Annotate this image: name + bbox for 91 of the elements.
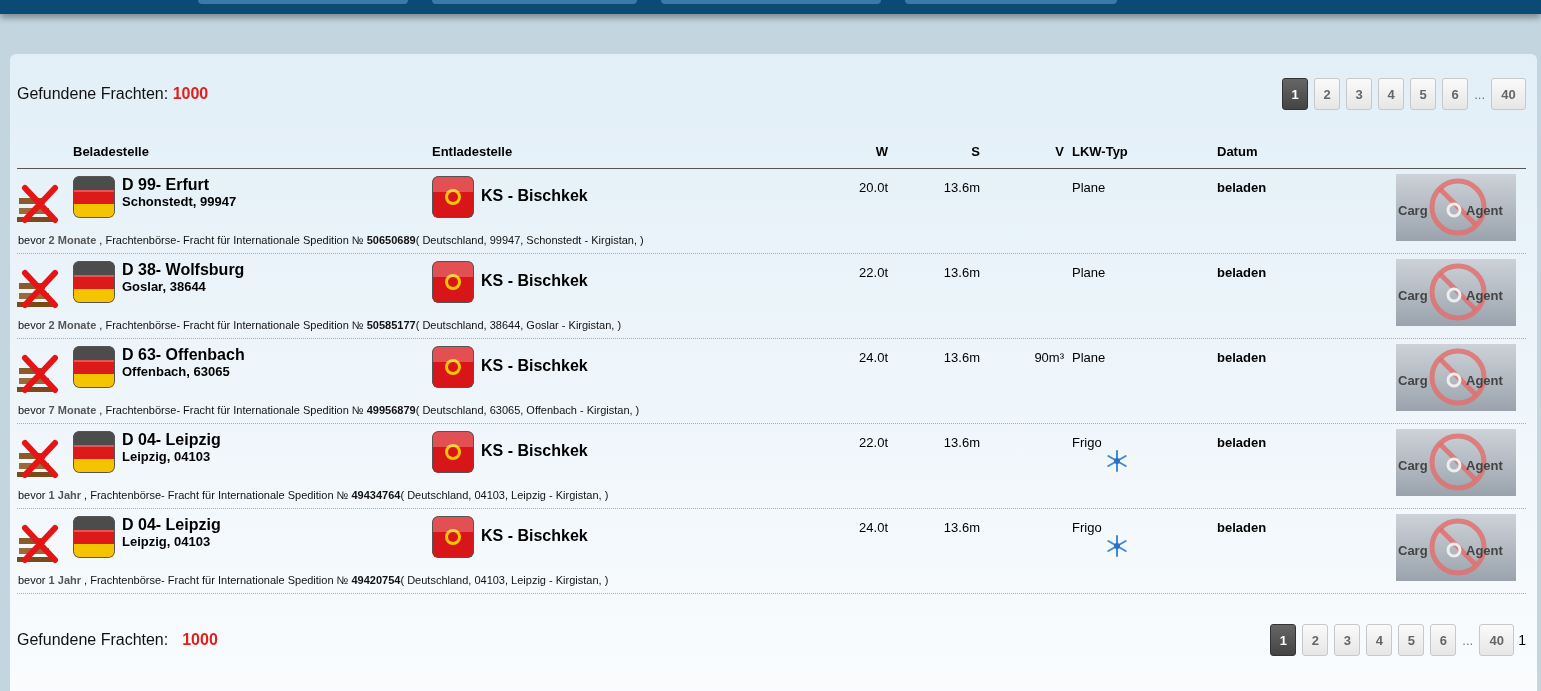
flag-icon	[432, 516, 474, 558]
weight-cell-text: 22.0t	[859, 265, 888, 282]
page-button[interactable]: 3	[1334, 624, 1361, 656]
crossed-pallet-icon	[17, 354, 59, 394]
column-header: S	[971, 143, 980, 159]
unloading-place: KS - Bischkek	[481, 442, 588, 460]
results-label: Gefundene Frachten:	[17, 85, 169, 102]
length-cell-text: 13.6m	[943, 435, 980, 452]
flag-icon	[432, 346, 474, 388]
column-header: Entladestelle	[432, 143, 513, 159]
flag-icon	[432, 261, 474, 303]
results-label: Gefundene Frachten:	[17, 631, 169, 648]
ellipsis: ...	[1474, 86, 1485, 102]
date-cell-text: beladen	[1217, 265, 1268, 282]
date-cell-text: beladen	[1217, 350, 1268, 367]
loading-place: Leipzig, 04103	[122, 449, 212, 464]
weight-cell-text: 24.0t	[859, 520, 888, 537]
page-button[interactable]: 4	[1378, 78, 1405, 110]
column-header: Datum	[1217, 143, 1258, 159]
volume-cell-text: 90m³	[1034, 350, 1064, 367]
cargo-agent-logo: Carg Agent	[1396, 514, 1516, 581]
truck-type: Plane	[1072, 180, 1107, 195]
crossed-pallet-icon	[17, 184, 59, 224]
loading-city: D 04- Leipzig	[122, 431, 221, 449]
cargo-agent-logo: Carg Agent	[1396, 429, 1516, 496]
results-count: 1000	[172, 85, 209, 102]
unloading-place: KS - Bischkek	[481, 187, 588, 205]
weight-cell-text: 22.0t	[859, 435, 888, 452]
page-button[interactable]: 5	[1398, 624, 1425, 656]
truck-type: Plane	[1072, 265, 1107, 280]
freight-description: bevor 2 Monate , Frachtenbörse- Fracht für Internationale Spedition № 50650689( Deutschland, 99947, Schonstedt - Kirgistan, )	[17, 234, 645, 246]
column-header: V	[1055, 143, 1064, 159]
loading-place: Leipzig, 04103	[122, 534, 212, 549]
flag-icon	[73, 261, 115, 303]
length-cell-text: 13.6m	[943, 180, 980, 197]
loading-city: D 99- Erfurt	[122, 176, 211, 194]
unloading-place: KS - Bischkek	[481, 272, 588, 290]
cargo-agent-logo: Carg Agent	[1396, 174, 1516, 241]
weight-cell-text: 24.0t	[859, 350, 888, 367]
flag-icon	[432, 431, 474, 473]
length-cell-text: 13.6m	[943, 350, 980, 367]
page-button[interactable]: 5	[1410, 78, 1437, 110]
length-cell-text: 13.6m	[943, 520, 980, 537]
ellipsis: ...	[1462, 632, 1474, 648]
crossed-pallet-icon	[17, 524, 59, 564]
weight-cell-text: 20.0t	[859, 180, 888, 197]
unloading-place: KS - Bischkek	[481, 357, 588, 375]
cargo-agent-logo: Carg Agent	[1396, 344, 1516, 411]
truck-type: Frigo	[1072, 435, 1103, 450]
page-button[interactable]: 6	[1442, 78, 1469, 110]
length-cell-text: 13.6m	[943, 265, 980, 282]
crossed-pallet-icon	[17, 439, 59, 479]
loading-city: D 63- Offenbach	[122, 346, 245, 364]
freight-description: bevor 7 Monate , Frachtenbörse- Fracht für Internationale Spedition № 49956879( Deutschland, 63065, Offenbach - Kirgistan, )	[17, 404, 641, 416]
loading-place: Offenbach, 63065	[122, 364, 231, 379]
unloading-place: KS - Bischkek	[481, 527, 588, 545]
page-button[interactable]: 3	[1346, 78, 1373, 110]
column-header: W	[875, 143, 888, 159]
snowflake-icon	[1106, 450, 1128, 472]
page-number: 1	[1518, 632, 1526, 648]
date-cell-text: beladen	[1217, 520, 1268, 537]
flag-icon	[73, 346, 115, 388]
page-button[interactable]: 2	[1314, 78, 1341, 110]
page-button[interactable]: 40	[1479, 624, 1515, 656]
column-header: Beladestelle	[73, 143, 149, 159]
flag-icon	[73, 431, 115, 473]
date-cell-text: beladen	[1217, 435, 1268, 452]
loading-city: D 38- Wolfsburg	[122, 261, 245, 279]
loading-city: D 04- Leipzig	[122, 516, 221, 534]
page-button[interactable]: 40	[1491, 78, 1526, 110]
column-header: LKW-Typ	[1071, 143, 1128, 159]
snowflake-icon	[1106, 535, 1128, 557]
crossed-pallet-icon	[17, 269, 59, 309]
results-count: 1000	[182, 631, 218, 648]
page-button[interactable]: 6	[1430, 624, 1457, 656]
freight-description: bevor 1 Jahr , Frachtenbörse- Fracht für Internationale Spedition № 49420754( Deutschland, 04103, Leipzig - Kirgistan, )	[17, 574, 610, 586]
date-cell-text: beladen	[1217, 180, 1268, 197]
loading-place: Goslar, 38644	[122, 279, 207, 294]
freight-description: bevor 1 Jahr , Frachtenbörse- Fracht für Internationale Spedition № 49434764( Deutschland, 04103, Leipzig - Kirgistan, )	[17, 489, 610, 501]
truck-type: Plane	[1072, 350, 1107, 365]
loading-place: Schonstedt, 99947	[122, 194, 237, 209]
page-button[interactable]: 1	[1282, 78, 1309, 110]
flag-icon	[73, 516, 115, 558]
flag-icon	[432, 176, 474, 218]
page-button[interactable]: 4	[1366, 624, 1393, 656]
flag-icon	[73, 176, 115, 218]
freight-description: bevor 2 Monate , Frachtenbörse- Fracht für Internationale Spedition № 50585177( Deutschland, 38644, Goslar - Kirgistan, )	[17, 319, 623, 331]
page-button[interactable]: 2	[1302, 624, 1329, 656]
page-button[interactable]: 1	[1270, 624, 1297, 656]
cargo-agent-logo: Carg Agent	[1396, 259, 1516, 326]
truck-type: Frigo	[1072, 520, 1103, 535]
